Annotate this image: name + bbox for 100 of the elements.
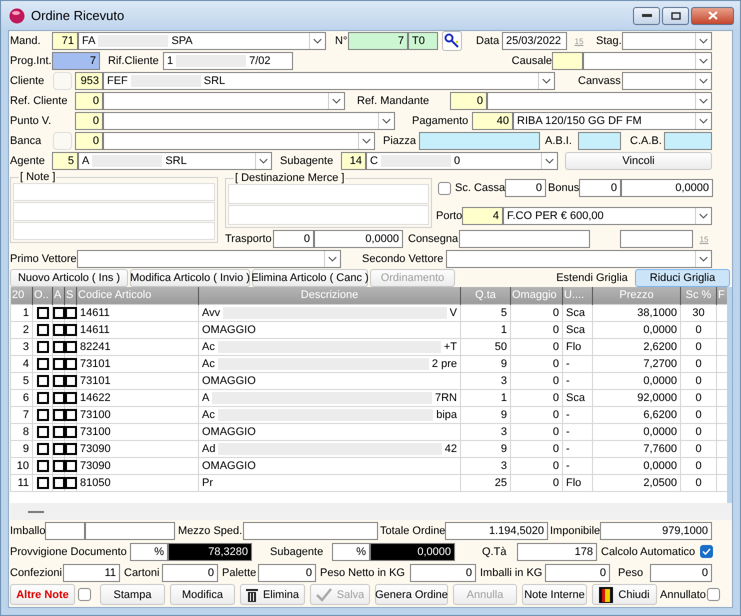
input-field[interactable]: 0,0000 [370,542,455,560]
checkbox[interactable] [36,340,48,353]
checkbox[interactable] [36,324,48,336]
checkbox[interactable] [65,408,77,421]
input-field[interactable]: 0 [162,564,218,582]
action-button[interactable]: Note Interne [522,584,587,605]
dropdown-field[interactable] [446,250,712,268]
input-field[interactable]: 7 [52,52,100,70]
input-field[interactable]: 1.194,5020 [445,522,548,540]
checkbox[interactable] [36,306,48,319]
checkbox[interactable] [36,426,48,438]
checkbox[interactable] [36,408,48,421]
checkbox[interactable] [53,460,65,472]
checkbox[interactable] [36,374,48,387]
input-field[interactable]: 0 [545,564,610,582]
view-tab[interactable]: Riduci Griglia [635,269,730,287]
dropdown-field[interactable]: FEF SRL [103,72,555,90]
dropdown-field[interactable] [622,32,712,50]
input-field[interactable]: 0 [579,179,621,197]
checkbox[interactable] [707,588,720,601]
dropdown-field[interactable] [103,92,345,110]
input-field[interactable] [552,52,583,70]
input-field[interactable]: 78,3280 [168,542,252,560]
input-field[interactable]: 7 [348,32,408,50]
checkbox[interactable] [65,392,77,404]
input-field[interactable] [419,132,540,150]
checkbox[interactable] [53,374,65,387]
input-field[interactable]: 0 [75,112,103,130]
input-field[interactable]: 14 [341,152,366,170]
input-field[interactable]: 0,0000 [621,179,713,197]
input-field[interactable]: 0 [258,564,316,582]
dropdown-field[interactable] [487,92,712,110]
checkbox[interactable] [65,460,77,472]
input-field[interactable]: 953 [75,72,103,90]
input-field[interactable] [459,230,590,248]
input-field[interactable] [578,132,621,150]
input-field[interactable]: 0,0000 [314,230,403,248]
input-field[interactable]: 25/03/2022 [502,32,567,50]
checkbox[interactable] [53,408,65,421]
toolbar-button[interactable]: Nuovo Articolo ( Ins ) [10,269,128,287]
dropdown-field[interactable]: C 0 [366,152,558,170]
input-field[interactable]: 0 [273,230,314,248]
checkbox[interactable] [65,442,77,455]
dropdown-field[interactable] [622,72,712,90]
action-button[interactable]: Modifica [170,584,235,605]
checkbox[interactable] [65,358,77,370]
input-field[interactable]: 0 [75,132,103,150]
dropdown-field[interactable] [103,132,375,150]
dropdown-field[interactable]: A SRL [78,152,272,170]
checkbox[interactable] [53,306,65,319]
action-button[interactable]: Stampa [100,584,165,605]
dropdown-field[interactable] [103,112,395,130]
input-field[interactable]: 4 [462,207,503,225]
dropdown-field[interactable]: RIBA 120/150 GG DF FM [513,112,712,130]
input-field[interactable] [664,132,712,150]
checkbox[interactable] [53,324,65,336]
input-field[interactable]: % [332,542,370,560]
input-field[interactable] [45,522,85,540]
checkbox[interactable] [65,324,77,336]
maximize-button[interactable] [662,6,689,24]
checkbox[interactable] [53,358,65,370]
input-field[interactable]: 5 [52,152,78,170]
checkbox[interactable] [53,476,65,489]
checkbox[interactable] [36,358,48,370]
checkbox[interactable] [36,442,48,455]
close-button[interactable] [691,6,734,24]
minimize-button[interactable] [633,6,660,24]
input-field[interactable]: 71 [52,32,78,50]
action-button[interactable]: Genera Ordine [375,584,448,605]
input-field[interactable]: 178 [517,542,597,560]
input-field[interactable]: 0 [505,179,546,197]
toolbar-button[interactable]: Elimina Articolo ( Canc ) [252,269,368,287]
action-button[interactable]: Elimina [240,584,305,605]
input-field[interactable]: 0 [75,92,103,110]
dropdown-field[interactable]: F.CO PER € 600,00 [503,207,712,225]
checkbox[interactable] [53,426,65,438]
toolbar-button[interactable]: Modifica Articolo ( Invio ) [130,269,250,287]
input-field[interactable]: 0 [650,564,712,582]
action-button[interactable]: Chiudi [592,584,657,605]
input-field[interactable]: % [130,542,168,560]
dropdown-field[interactable] [77,250,341,268]
input-field[interactable] [243,522,378,540]
input-field[interactable]: 979,1000 [600,522,712,540]
input-field[interactable]: T0 [408,32,438,50]
checkbox[interactable] [65,374,77,387]
input-field[interactable]: 1 7/02 [163,52,293,70]
checkbox[interactable] [65,340,77,353]
checkbox[interactable] [53,340,65,353]
checkbox[interactable] [65,426,77,438]
input-field[interactable] [85,522,175,540]
checkbox[interactable] [65,476,77,489]
checkbox[interactable] [36,460,48,472]
input-field[interactable]: 11 [63,564,120,582]
altre-note-button[interactable]: Altre Note [10,584,75,605]
splitter-handle[interactable] [28,510,44,512]
checkbox[interactable] [78,588,91,601]
checkbox[interactable] [65,306,77,319]
checkbox[interactable] [53,392,65,404]
checkbox[interactable] [438,182,451,194]
vincoli-button[interactable]: Vincoli [565,152,712,170]
